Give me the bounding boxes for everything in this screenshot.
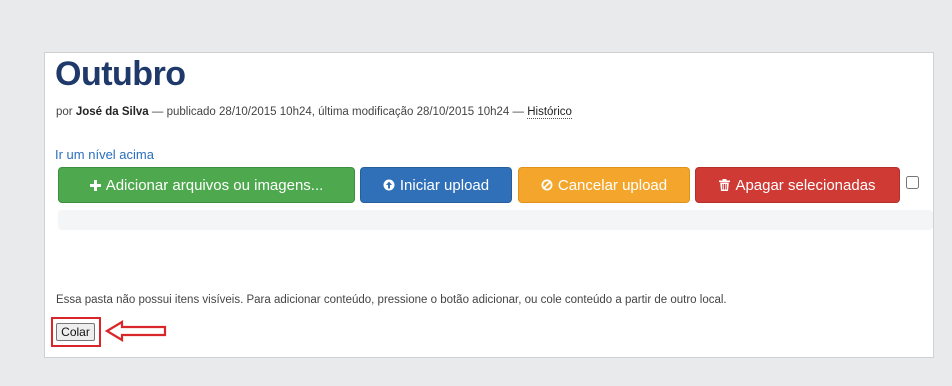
add-files-label: Adicionar arquivos ou imagens... xyxy=(105,176,324,194)
document-byline: por José da Silva — publicado 28/10/2015… xyxy=(56,106,572,119)
paste-highlight-box: Colar xyxy=(51,317,101,347)
byline-dates: — publicado 28/10/2015 10h24, última mod… xyxy=(148,106,528,118)
history-link[interactable]: Histórico xyxy=(527,106,572,119)
start-upload-button[interactable]: Iniciar upload xyxy=(360,167,512,203)
cancel-upload-label: Cancelar upload xyxy=(557,176,668,194)
cancel-upload-button[interactable]: Cancelar upload xyxy=(518,167,690,203)
plus-icon xyxy=(89,179,101,191)
select-all-checkbox[interactable] xyxy=(906,176,919,189)
trash-icon xyxy=(719,179,731,191)
pointer-arrow-icon xyxy=(105,320,167,342)
paste-button[interactable]: Colar xyxy=(56,323,95,341)
circle-arrow-up-icon xyxy=(383,179,395,191)
add-files-button[interactable]: Adicionar arquivos ou imagens... xyxy=(58,167,355,203)
page-title: Outubro xyxy=(55,55,186,93)
start-upload-label: Iniciar upload xyxy=(399,176,490,194)
ban-icon xyxy=(541,179,553,191)
byline-prefix: por xyxy=(56,106,76,118)
empty-folder-message: Essa pasta não possui itens visíveis. Pa… xyxy=(56,294,727,306)
delete-selected-button[interactable]: Apagar selecionadas xyxy=(695,167,900,203)
upload-progress-area xyxy=(58,210,933,230)
author-link[interactable]: José da Silva xyxy=(76,106,149,118)
delete-selected-label: Apagar selecionadas xyxy=(735,176,876,194)
up-one-level-link[interactable]: Ir um nível acima xyxy=(55,147,154,162)
folder-panel: Outubro por José da Silva — publicado 28… xyxy=(44,52,934,358)
